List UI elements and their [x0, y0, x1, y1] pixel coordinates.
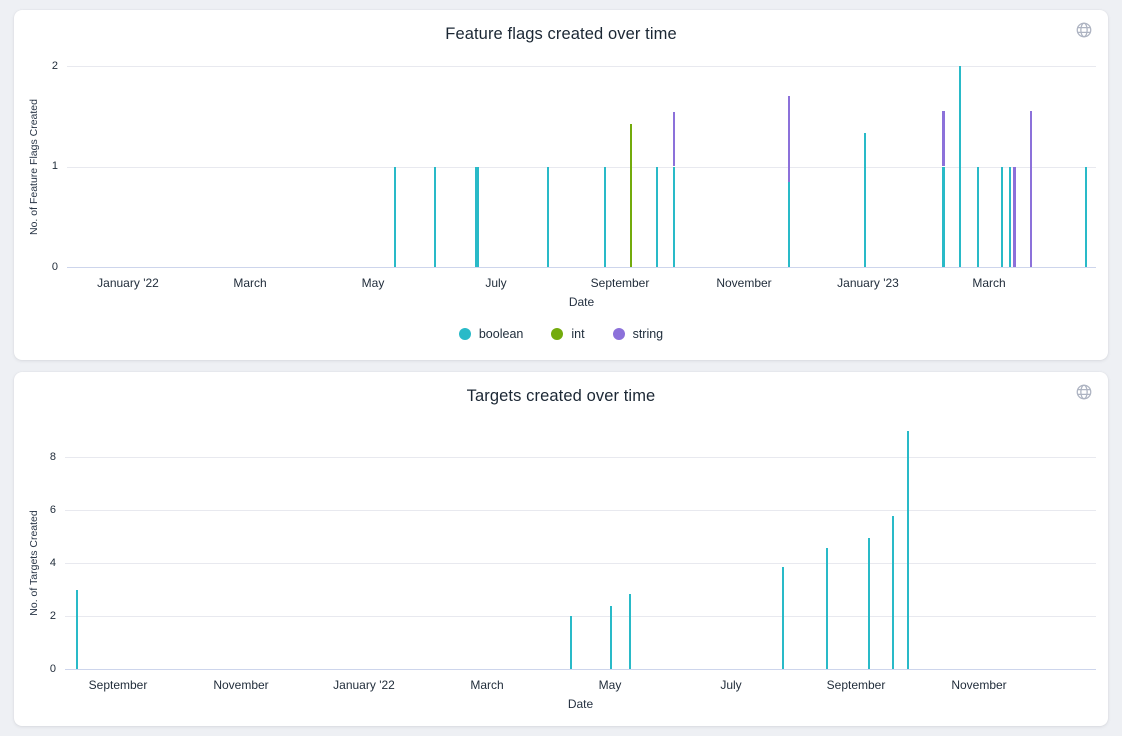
bar-string[interactable]: [942, 111, 945, 166]
bar-boolean[interactable]: [604, 167, 606, 268]
x-axis-tick-label: March: [233, 276, 266, 290]
bar-string[interactable]: [673, 112, 676, 166]
bar-boolean[interactable]: [629, 594, 632, 669]
bar-boolean[interactable]: [475, 167, 479, 268]
x-axis-tick-label: January '22: [97, 276, 159, 290]
y-axis-tick-label: 8: [22, 451, 56, 463]
bar-boolean[interactable]: [868, 538, 871, 669]
legend-item-boolean[interactable]: boolean: [459, 327, 524, 341]
dashboard-page: Feature flags created over time 012Janua…: [0, 0, 1122, 736]
legend-label: string: [633, 327, 664, 341]
x-axis-line: [65, 669, 1096, 670]
gridline: [65, 563, 1096, 564]
bar-boolean[interactable]: [892, 516, 895, 669]
x-axis-tick-label: September: [89, 678, 148, 692]
x-axis-tick-label: July: [485, 276, 506, 290]
x-axis-tick-label: January '23: [837, 276, 899, 290]
bar-boolean[interactable]: [942, 167, 945, 268]
bar-boolean[interactable]: [547, 167, 549, 268]
legend-item-int[interactable]: int: [551, 327, 584, 341]
bar-boolean[interactable]: [826, 548, 829, 669]
x-axis-tick-label: May: [362, 276, 385, 290]
bar-boolean[interactable]: [434, 167, 436, 268]
x-axis-tick-label: September: [591, 276, 650, 290]
x-axis-tick-label: March: [972, 276, 1005, 290]
feature-flags-chart-card: Feature flags created over time 012Janua…: [14, 10, 1108, 360]
y-axis-tick-label: 2: [24, 60, 58, 72]
x-axis-title: Date: [568, 697, 593, 711]
x-axis-tick-label: January '22: [333, 678, 395, 692]
x-axis-tick-label: May: [599, 678, 622, 692]
legend-label: int: [571, 327, 584, 341]
chart-title: Feature flags created over time: [14, 25, 1108, 44]
bar-boolean[interactable]: [959, 66, 962, 267]
bar-boolean[interactable]: [570, 616, 573, 669]
bar-boolean[interactable]: [864, 133, 866, 267]
bar-boolean[interactable]: [1085, 167, 1088, 268]
y-axis-title: No. of Targets Created: [28, 510, 40, 615]
legend: boolean int string: [14, 327, 1108, 341]
y-axis-tick-label: 0: [22, 663, 56, 675]
boolean-series-dot-icon: [459, 328, 471, 340]
gridline: [65, 510, 1096, 511]
int-series-dot-icon: [551, 328, 563, 340]
bar-boolean[interactable]: [782, 567, 785, 669]
bar-boolean[interactable]: [610, 606, 613, 669]
gridline: [65, 616, 1096, 617]
bar-string[interactable]: [788, 96, 791, 181]
bar-boolean[interactable]: [76, 590, 79, 670]
legend-item-string[interactable]: string: [613, 327, 664, 341]
string-series-dot-icon: [613, 328, 625, 340]
bar-boolean[interactable]: [1009, 167, 1012, 268]
bar-boolean[interactable]: [673, 167, 676, 268]
bar-string[interactable]: [1013, 167, 1016, 268]
globe-icon[interactable]: [1075, 21, 1093, 39]
y-axis-title: No. of Feature Flags Created: [28, 99, 40, 235]
targets-chart-card: Targets created over time 02468September…: [14, 372, 1108, 726]
x-axis-line: [67, 267, 1096, 268]
x-axis-tick-label: March: [470, 678, 503, 692]
bar-boolean[interactable]: [907, 431, 910, 669]
bar-boolean[interactable]: [977, 167, 979, 268]
bar-boolean[interactable]: [656, 167, 658, 268]
x-axis-tick-label: November: [716, 276, 771, 290]
x-axis-tick-label: July: [720, 678, 741, 692]
x-axis-tick-label: November: [213, 678, 268, 692]
bar-boolean[interactable]: [394, 167, 396, 268]
x-axis-tick-label: November: [951, 678, 1006, 692]
bar-boolean[interactable]: [1001, 167, 1003, 268]
globe-icon[interactable]: [1075, 383, 1093, 401]
x-axis-title: Date: [569, 295, 594, 309]
bar-boolean[interactable]: [788, 182, 791, 267]
x-axis-tick-label: September: [827, 678, 886, 692]
gridline: [65, 457, 1096, 458]
gridline: [67, 66, 1096, 67]
legend-label: boolean: [479, 327, 524, 341]
bar-string[interactable]: [1030, 111, 1033, 267]
chart-title: Targets created over time: [14, 387, 1108, 406]
y-axis-tick-label: 0: [24, 261, 58, 273]
bar-int[interactable]: [630, 124, 632, 267]
